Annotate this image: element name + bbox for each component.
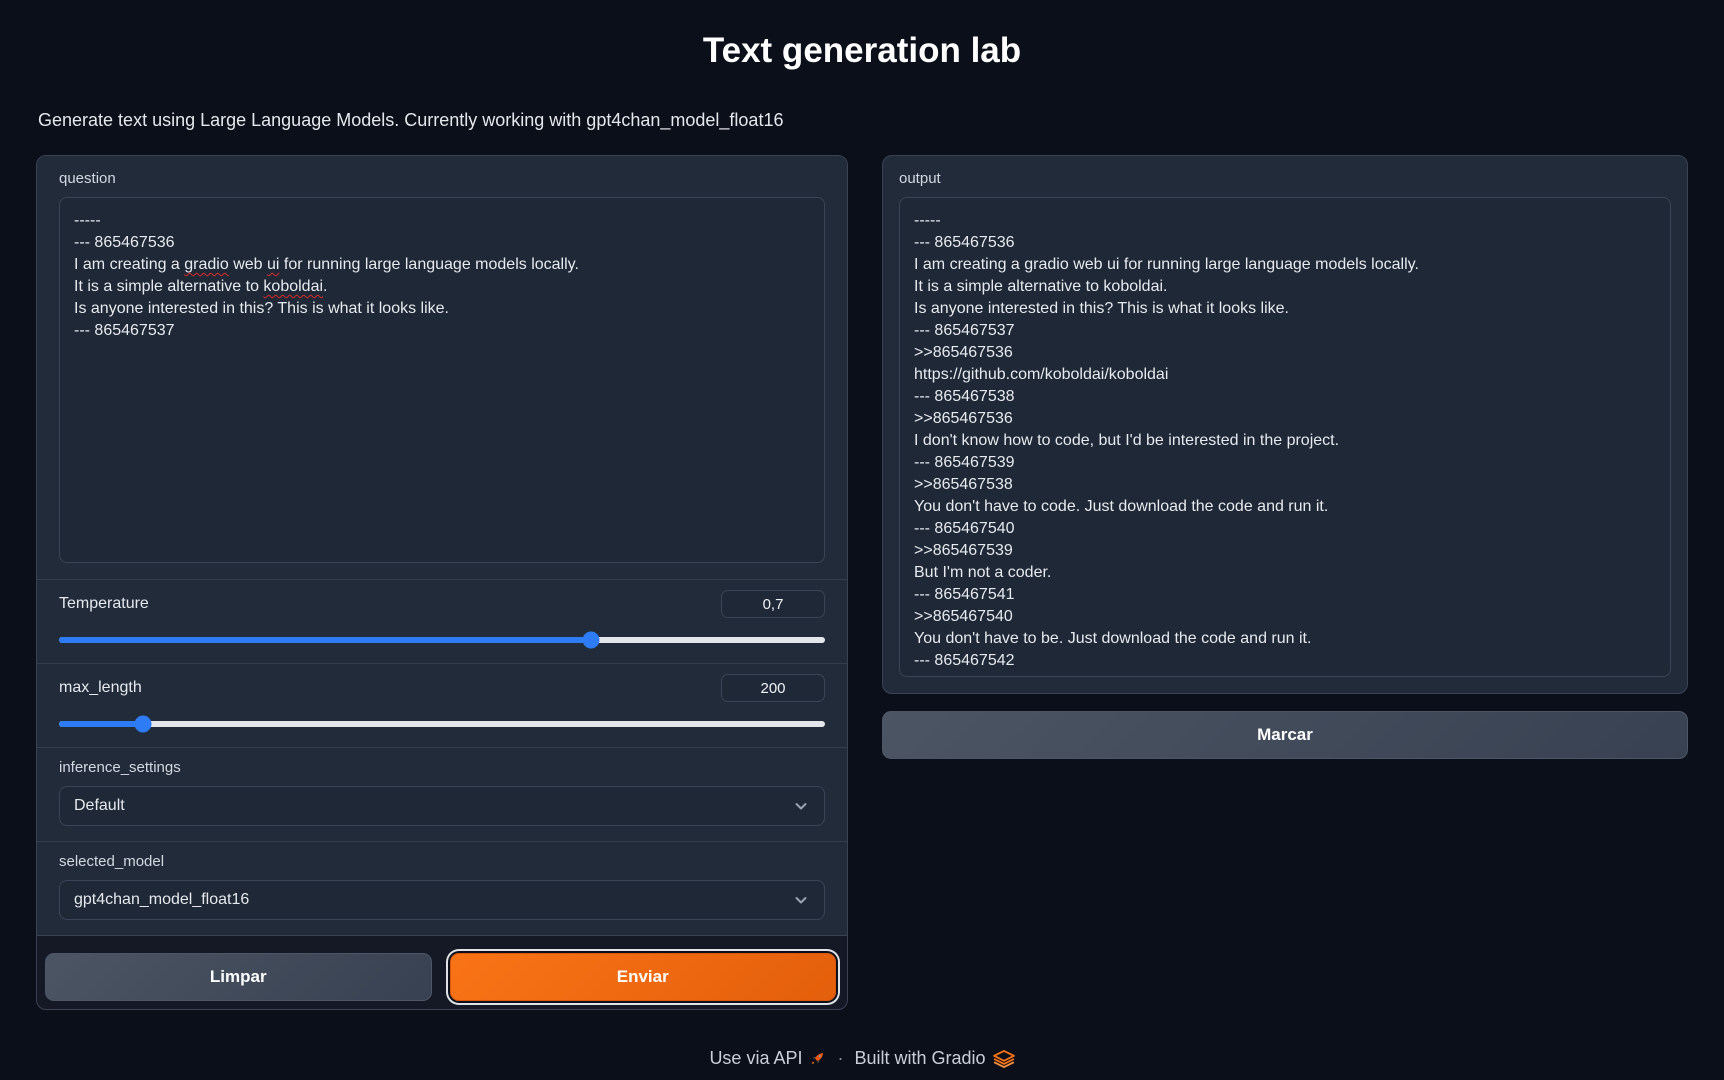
built-with-gradio-label: Built with Gradio — [854, 1048, 985, 1069]
rocket-icon — [809, 1050, 826, 1067]
main-row: question ----- --- 865467536 I am creati… — [36, 155, 1688, 1010]
max-length-slider-track — [59, 721, 825, 727]
temperature-slider-thumb[interactable] — [583, 632, 600, 649]
max-length-value-input[interactable]: 200 — [721, 674, 825, 702]
selected-model-selected-value: gpt4chan_model_float16 — [74, 891, 249, 909]
question-block: question ----- --- 865467536 I am creati… — [37, 156, 847, 579]
clear-button[interactable]: Limpar — [45, 953, 432, 1001]
action-button-row: Limpar Enviar — [37, 936, 847, 1009]
inference-settings-selected-value: Default — [74, 797, 125, 815]
question-textarea[interactable]: ----- --- 865467536 I am creating a grad… — [59, 197, 825, 563]
page-subtitle: Generate text using Large Language Model… — [38, 110, 1688, 131]
chevron-down-icon — [792, 797, 810, 815]
max-length-block: max_length 200 — [37, 663, 847, 747]
question-label: question — [59, 170, 825, 187]
max-length-slider-fill — [59, 721, 143, 727]
output-block: output ----- --- 865467536 I am creating… — [882, 155, 1688, 694]
input-form-group: question ----- --- 865467536 I am creati… — [37, 156, 847, 936]
chevron-down-icon — [792, 891, 810, 909]
output-textarea[interactable]: ----- --- 865467536 I am creating a grad… — [899, 197, 1671, 677]
selected-model-dropdown[interactable]: gpt4chan_model_float16 — [59, 880, 825, 920]
footer: Use via API · Built with Gradio — [36, 1048, 1688, 1069]
built-with-gradio-link[interactable]: Built with Gradio — [854, 1048, 1014, 1069]
mark-button-row: Marcar — [882, 711, 1688, 759]
inference-settings-block: inference_settings Default — [37, 747, 847, 841]
inference-settings-label: inference_settings — [59, 759, 825, 776]
temperature-slider[interactable] — [59, 631, 825, 649]
temperature-slider-track — [59, 637, 825, 643]
temperature-slider-fill — [59, 637, 591, 643]
temperature-block: Temperature 0,7 — [37, 579, 847, 663]
mark-button[interactable]: Marcar — [882, 711, 1688, 759]
page-title: Text generation lab — [36, 28, 1688, 74]
selected-model-block: selected_model gpt4chan_model_float16 — [37, 841, 847, 935]
use-via-api-label: Use via API — [709, 1048, 802, 1069]
submit-button[interactable]: Enviar — [450, 953, 837, 1001]
inference-settings-dropdown[interactable]: Default — [59, 786, 825, 826]
max-length-slider[interactable] — [59, 715, 825, 733]
app-root: Text generation lab Generate text using … — [0, 0, 1724, 1069]
temperature-value-input[interactable]: 0,7 — [721, 590, 825, 618]
input-column: question ----- --- 865467536 I am creati… — [36, 155, 848, 1010]
use-via-api-link[interactable]: Use via API — [709, 1048, 826, 1069]
output-label: output — [899, 170, 1671, 187]
temperature-label: Temperature — [59, 595, 149, 613]
selected-model-label: selected_model — [59, 853, 825, 870]
gradio-logo-icon — [993, 1050, 1015, 1068]
max-length-label: max_length — [59, 679, 142, 697]
max-length-slider-thumb[interactable] — [135, 716, 152, 733]
output-column: output ----- --- 865467536 I am creating… — [882, 155, 1688, 759]
footer-separator: · — [837, 1048, 843, 1069]
